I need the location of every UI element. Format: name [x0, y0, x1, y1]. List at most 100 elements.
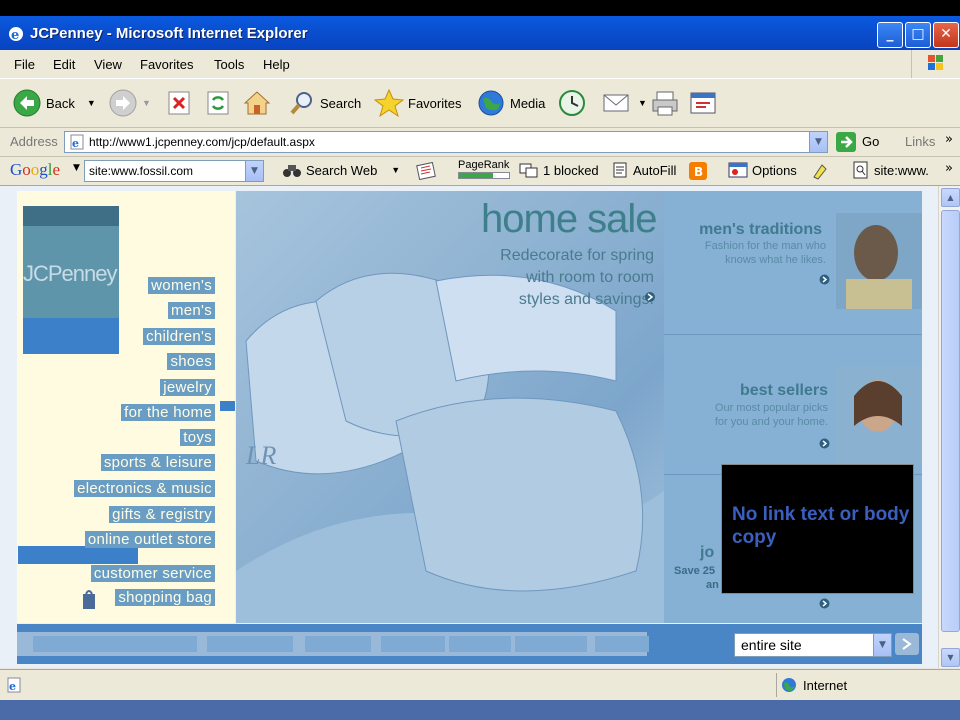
- home-button[interactable]: [242, 89, 276, 117]
- mail-button[interactable]: ▼: [602, 89, 647, 117]
- footer-link-6[interactable]: [515, 636, 587, 652]
- nav-link-sports[interactable]: sports & leisure: [100, 454, 215, 471]
- back-dropdown-icon[interactable]: ▼: [87, 98, 96, 108]
- promo-best-sellers[interactable]: best sellers Our most popular picks for …: [664, 334, 922, 475]
- autofill-button[interactable]: AutoFill: [611, 161, 676, 179]
- nav-link-women[interactable]: women's: [148, 277, 215, 294]
- footer-link-7[interactable]: [595, 636, 649, 652]
- maximize-button[interactable]: □: [905, 22, 931, 48]
- address-dropdown-icon[interactable]: ▼: [809, 132, 827, 152]
- nav-link-home[interactable]: for the home: [121, 404, 215, 421]
- nav-link-men[interactable]: men's: [167, 302, 215, 319]
- google-chevron-icon[interactable]: »: [945, 161, 953, 176]
- minimize-button[interactable]: _: [877, 22, 903, 48]
- nav-link-gifts[interactable]: gifts & registry: [109, 506, 215, 523]
- print-button[interactable]: [650, 89, 684, 117]
- close-button[interactable]: ✕: [933, 22, 959, 48]
- window-title: JCPenney - Microsoft Internet Explorer: [30, 25, 308, 42]
- favorites-label: Favorites: [408, 95, 462, 111]
- nav-link-electronics[interactable]: electronics & music: [74, 480, 215, 497]
- media-button[interactable]: Media: [476, 89, 545, 117]
- scroll-down-icon[interactable]: ▼: [941, 648, 960, 667]
- edit-page-icon: [690, 92, 716, 114]
- options-label: Options: [752, 162, 797, 178]
- search-web-button[interactable]: Search Web ▼: [282, 161, 400, 179]
- footer-link-3[interactable]: [305, 636, 371, 652]
- nav-link-children[interactable]: children's: [143, 328, 215, 345]
- hero-copy: Redecorate for spring with room to room …: [500, 245, 654, 311]
- home-highlight: [220, 401, 235, 411]
- google-logo[interactable]: Google: [10, 160, 60, 180]
- menu-favorites[interactable]: Favorites: [140, 57, 193, 72]
- links-button[interactable]: Links: [905, 134, 935, 149]
- menu-file[interactable]: File: [14, 57, 35, 72]
- promo-third-arrow-icon[interactable]: [819, 598, 830, 609]
- forward-dropdown-icon[interactable]: ▼: [142, 98, 151, 108]
- page-icon: e: [70, 134, 84, 150]
- media-label: Media: [510, 95, 546, 111]
- scroll-thumb[interactable]: [941, 210, 960, 632]
- logo-top-strip: [23, 206, 119, 226]
- back-button[interactable]: Back ▼: [12, 89, 96, 117]
- options-button[interactable]: Options: [728, 161, 797, 179]
- menu-view[interactable]: View: [94, 57, 122, 72]
- go-arrow-icon[interactable]: [836, 132, 856, 152]
- google-search-input[interactable]: site:www.fossil.com ▼: [84, 160, 264, 182]
- forward-button[interactable]: ▼: [108, 89, 151, 117]
- links-chevron-icon[interactable]: »: [945, 132, 953, 147]
- nav-link-jewelry[interactable]: jewelry: [160, 379, 215, 396]
- news-icon[interactable]: [416, 162, 438, 180]
- footer-link-1[interactable]: [33, 636, 197, 652]
- address-input[interactable]: e http://www1.jcpenney.com/jcp/default.a…: [64, 131, 828, 153]
- star-icon: [374, 88, 404, 118]
- pillow-monogram: LR: [246, 441, 277, 470]
- pagerank-label: PageRank: [458, 159, 510, 171]
- favorites-button[interactable]: Favorites: [374, 88, 462, 118]
- highlighter-icon[interactable]: [810, 161, 830, 181]
- stop-button[interactable]: [166, 89, 196, 117]
- footer-link-2[interactable]: [207, 636, 293, 652]
- nav-link-toys[interactable]: toys: [180, 429, 215, 446]
- nav-link-shopping-bag[interactable]: shopping bag: [115, 589, 215, 606]
- menu-tools[interactable]: Tools: [214, 57, 244, 72]
- menu-edit[interactable]: Edit: [53, 57, 75, 72]
- blocked-count: 1 blocked: [543, 162, 599, 178]
- search-scope-value: entire site: [741, 637, 802, 653]
- blogger-icon[interactable]: B: [689, 162, 707, 180]
- home-sale-hero[interactable]: home sale Redecorate for spring with roo…: [236, 191, 664, 623]
- google-query-dropdown-icon[interactable]: ▼: [245, 161, 263, 181]
- search-scope-dropdown-icon[interactable]: ▼: [873, 634, 891, 656]
- logo-blue-block: [23, 318, 119, 354]
- popup-blocker-button[interactable]: 1 blocked: [519, 161, 599, 179]
- google-menu-dropdown-icon[interactable]: ▼: [73, 163, 80, 173]
- shopping-bag-icon[interactable]: [81, 588, 97, 610]
- bottom-band: [0, 700, 960, 720]
- promo-best-line-2: for you and your home.: [714, 416, 828, 428]
- promo-best-arrow-icon[interactable]: [819, 438, 830, 449]
- edit-button[interactable]: [688, 89, 722, 117]
- nav-link-outlet[interactable]: online outlet store: [84, 531, 215, 548]
- footer-link-4[interactable]: [381, 636, 445, 652]
- search-go-button[interactable]: [895, 633, 919, 655]
- go-button[interactable]: Go: [862, 134, 879, 149]
- vertical-scrollbar[interactable]: ▲ ▼: [938, 186, 960, 668]
- nav-link-customer-service[interactable]: customer service: [90, 565, 215, 582]
- pagerank-indicator[interactable]: PageRank: [458, 159, 510, 179]
- hero-arrow-icon[interactable]: [644, 291, 656, 303]
- promo-mens-arrow-icon[interactable]: [819, 274, 830, 285]
- promo-mens[interactable]: men's traditions Fashion for the man who…: [664, 191, 922, 335]
- menu-help[interactable]: Help: [263, 57, 290, 72]
- search-web-dropdown-icon[interactable]: ▼: [391, 165, 400, 175]
- footer-link-5[interactable]: [449, 636, 511, 652]
- scroll-up-icon[interactable]: ▲: [941, 188, 960, 207]
- site-search-button[interactable]: site:www.: [852, 161, 929, 179]
- history-button[interactable]: [557, 89, 591, 117]
- nav-link-shoes[interactable]: shoes: [167, 353, 215, 370]
- search-button[interactable]: Search: [288, 89, 361, 117]
- windows-flag-icon: [928, 55, 943, 70]
- address-bar: Address e http://www1.jcpenney.com/jcp/d…: [0, 128, 960, 157]
- hero-line-2: with room to room: [525, 269, 654, 286]
- mail-dropdown-icon[interactable]: ▼: [638, 98, 647, 108]
- search-scope-select[interactable]: entire site ▼: [734, 633, 892, 657]
- refresh-button[interactable]: [205, 89, 235, 117]
